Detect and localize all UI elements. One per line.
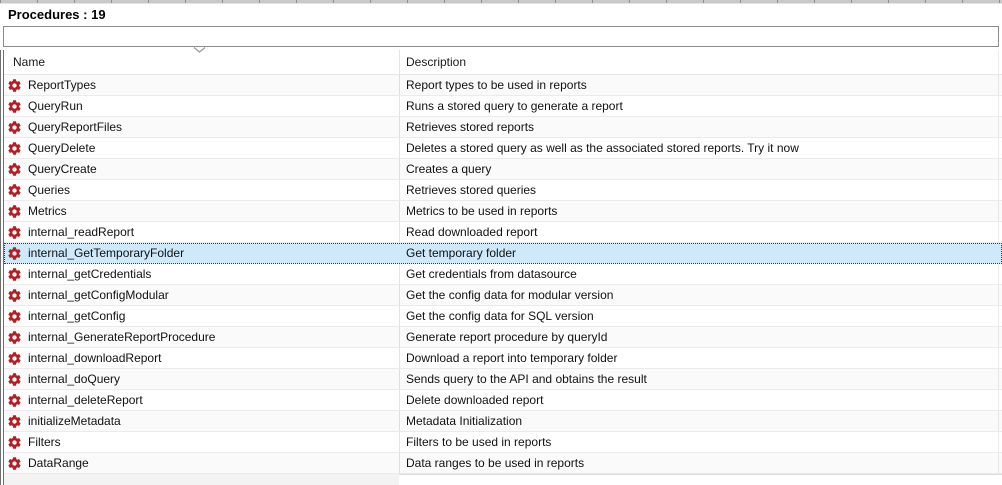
table-row[interactable]: internal_GenerateReportProcedure Generat… <box>4 327 1002 348</box>
gear-icon <box>7 99 22 114</box>
procedure-description: Download a report into temporary folder <box>406 351 617 365</box>
table-row[interactable]: Filters Filters to be used in reports <box>4 432 1002 453</box>
table-body: ReportTypes Report types to be used in r… <box>4 75 1002 474</box>
top-ruler <box>0 0 1002 4</box>
procedure-description: Retrieves stored queries <box>406 183 536 197</box>
gear-icon <box>7 288 22 303</box>
procedure-name: internal_deleteReport <box>28 393 143 407</box>
gear-icon <box>7 246 22 261</box>
procedure-description: Retrieves stored reports <box>406 120 534 134</box>
gear-icon <box>7 330 22 345</box>
procedure-description: Generate report procedure by queryId <box>406 330 607 344</box>
gear-icon <box>7 183 22 198</box>
table-row[interactable]: QueryReportFiles Retrieves stored report… <box>4 117 1002 138</box>
column-header-description[interactable]: Description <box>399 55 1002 69</box>
procedure-name: internal_getConfig <box>28 309 125 323</box>
gear-icon <box>7 162 22 177</box>
procedure-name: Filters <box>28 435 61 449</box>
gear-icon <box>7 414 22 429</box>
procedure-name: QueryCreate <box>28 162 97 176</box>
panel-left-border-inner <box>3 50 4 485</box>
procedure-name: ReportTypes <box>28 78 96 92</box>
procedure-name: internal_getConfigModular <box>28 288 169 302</box>
table-row[interactable]: QueryRun Runs a stored query to generate… <box>4 96 1002 117</box>
procedure-description: Filters to be used in reports <box>406 435 551 449</box>
gear-icon <box>7 456 22 471</box>
procedure-name: internal_readReport <box>28 225 134 239</box>
procedure-description: Read downloaded report <box>406 225 537 239</box>
procedure-description: Metrics to be used in reports <box>406 204 557 218</box>
gear-icon <box>7 393 22 408</box>
procedure-name: QueryReportFiles <box>28 120 122 134</box>
procedure-name: internal_GetTemporaryFolder <box>28 246 184 260</box>
procedure-name: internal_GenerateReportProcedure <box>28 330 215 344</box>
panel-title: Procedures : 19 <box>8 7 106 22</box>
table-row[interactable]: QueryDelete Deletes a stored query as we… <box>4 138 1002 159</box>
procedure-description: Get the config data for modular version <box>406 288 613 302</box>
procedure-description: Get credentials from datasource <box>406 267 577 281</box>
table-row[interactable]: Queries Retrieves stored queries <box>4 180 1002 201</box>
chevron-down-icon[interactable] <box>193 46 206 54</box>
table-row[interactable]: initializeMetadata Metadata Initializati… <box>4 411 1002 432</box>
procedure-description: Creates a query <box>406 162 491 176</box>
procedure-name: QueryDelete <box>28 141 95 155</box>
gear-icon <box>7 141 22 156</box>
table-row[interactable]: internal_GetTemporaryFolder Get temporar… <box>4 243 1002 264</box>
procedure-name: DataRange <box>28 456 89 470</box>
procedure-name: Queries <box>28 183 70 197</box>
table-row[interactable]: internal_deleteReport Delete downloaded … <box>4 390 1002 411</box>
procedure-description: Metadata Initialization <box>406 414 522 428</box>
table-row[interactable]: internal_doQuery Sends query to the API … <box>4 369 1002 390</box>
gear-icon <box>7 267 22 282</box>
gear-icon <box>7 351 22 366</box>
gear-icon <box>7 225 22 240</box>
table-row[interactable]: DataRange Data ranges to be used in repo… <box>4 453 1002 474</box>
procedure-description: Get the config data for SQL version <box>406 309 594 323</box>
table-row[interactable]: internal_getConfig Get the config data f… <box>4 306 1002 327</box>
procedure-description: Runs a stored query to generate a report <box>406 99 623 113</box>
procedure-name: Metrics <box>28 204 67 218</box>
table-row[interactable]: internal_downloadReport Download a repor… <box>4 348 1002 369</box>
procedure-name: internal_downloadReport <box>28 351 161 365</box>
procedure-description: Get temporary folder <box>406 246 516 260</box>
table-row[interactable]: internal_getCredentials Get credentials … <box>4 264 1002 285</box>
gear-icon <box>7 435 22 450</box>
gear-icon <box>7 372 22 387</box>
filter-input[interactable] <box>3 26 999 47</box>
gear-icon <box>7 309 22 324</box>
column-header-name[interactable]: Name <box>4 55 399 69</box>
procedure-description: Report types to be used in reports <box>406 78 587 92</box>
table-row[interactable]: Metrics Metrics to be used in reports <box>4 201 1002 222</box>
procedure-name: QueryRun <box>28 99 83 113</box>
procedure-description: Data ranges to be used in reports <box>406 456 584 470</box>
procedure-description: Delete downloaded report <box>406 393 543 407</box>
table-header: Name Description <box>4 50 1002 75</box>
gear-icon <box>7 204 22 219</box>
procedure-name: internal_getCredentials <box>28 267 151 281</box>
table-row[interactable]: QueryCreate Creates a query <box>4 159 1002 180</box>
table-row[interactable]: ReportTypes Report types to be used in r… <box>4 75 1002 96</box>
procedure-name: initializeMetadata <box>28 414 121 428</box>
gear-icon <box>7 78 22 93</box>
procedure-description: Deletes a stored query as well as the as… <box>406 141 799 155</box>
procedures-panel: Procedures : 19 Name Description ReportT… <box>0 0 1002 485</box>
procedure-description: Sends query to the API and obtains the r… <box>406 372 647 386</box>
gear-icon <box>7 120 22 135</box>
table-row[interactable]: internal_readReport Read downloaded repo… <box>4 222 1002 243</box>
empty-area-name-column <box>4 474 399 485</box>
panel-left-border <box>0 50 1 485</box>
procedure-name: internal_doQuery <box>28 372 120 386</box>
table-bottom-border <box>399 474 1002 475</box>
table-row[interactable]: internal_getConfigModular Get the config… <box>4 285 1002 306</box>
